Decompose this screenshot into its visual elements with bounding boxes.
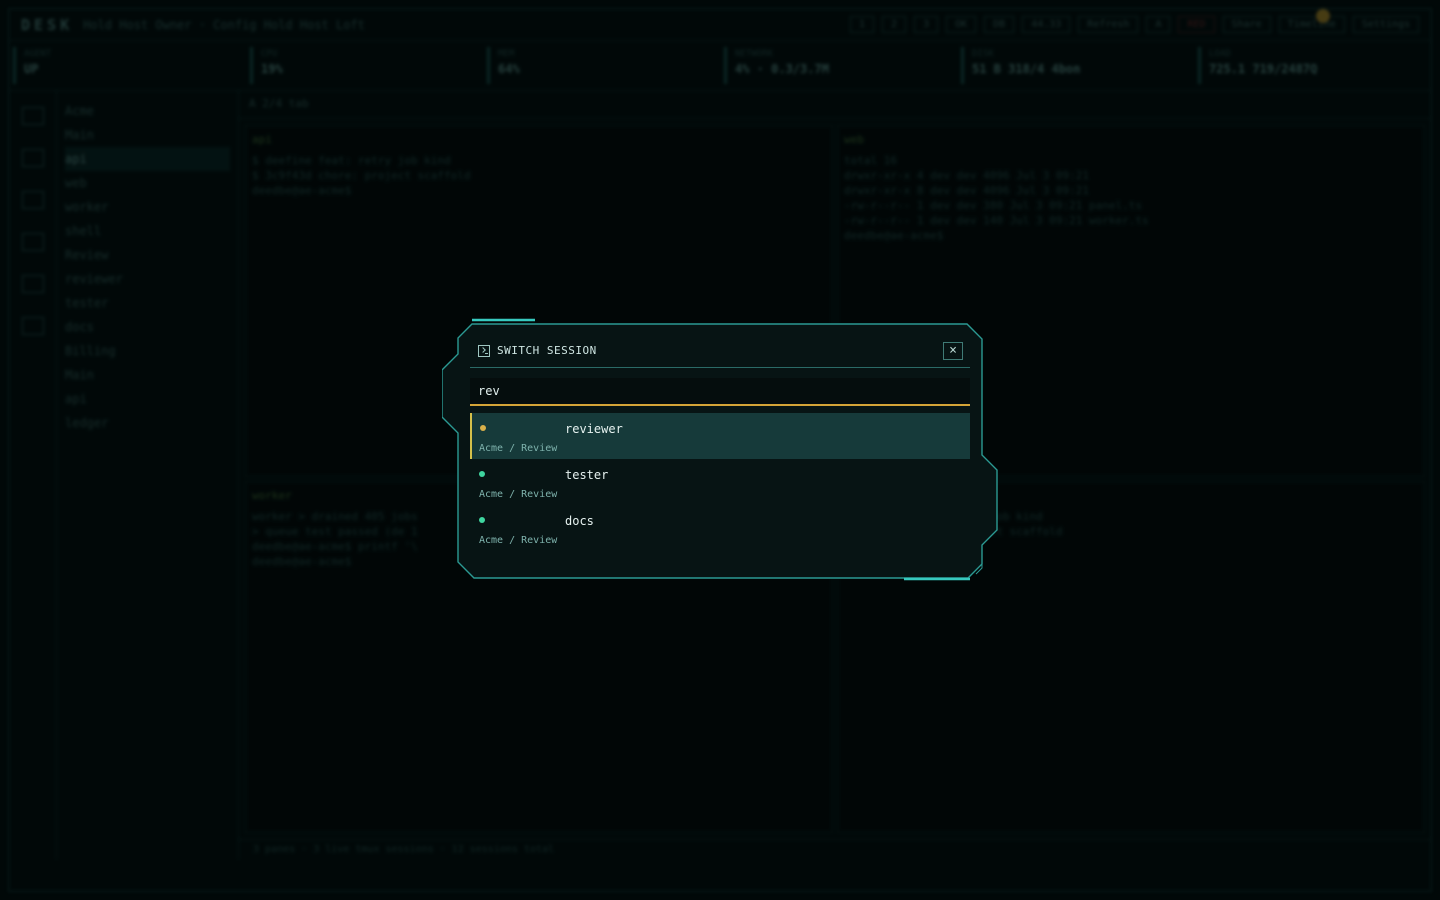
session-result-item[interactable]: reviewer Acme / Review [470,413,970,459]
status-dot-icon [479,471,485,477]
session-search-input[interactable] [470,378,970,406]
status-dot-icon [480,425,486,431]
session-path: Acme / Review [479,535,558,546]
session-result-item[interactable]: docs Acme / Review [470,505,970,551]
terminal-icon [478,344,490,357]
switch-session-dialog: SWITCH SESSION × reviewerAcme / Reviewte… [442,318,998,582]
session-result-item[interactable]: tester Acme / Review [470,459,970,505]
session-name: docs [565,514,594,528]
session-results-list: reviewer Acme / Review tester Acme / Review… [470,413,970,551]
session-path: Acme / Review [479,489,558,500]
dialog-title: SWITCH SESSION [478,344,597,357]
session-name: tester [565,468,609,482]
session-path: Acme / Review [479,443,558,454]
status-dot-icon [479,517,485,523]
divider [470,367,970,368]
session-name: reviewer [565,422,623,436]
dialog-title-text: SWITCH SESSION [497,344,597,357]
close-button[interactable]: × [943,342,963,360]
